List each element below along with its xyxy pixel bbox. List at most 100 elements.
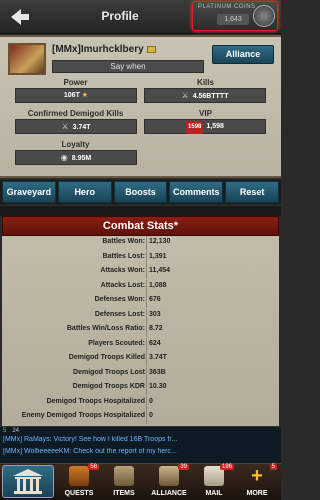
stat-label: Battles Win/Loss Ratio:: [66, 325, 145, 332]
quests-badge: 58: [88, 464, 99, 470]
stat-label: Demigod Troops Hospitalized: [46, 397, 145, 405]
tab-graveyard[interactable]: Graveyard: [2, 181, 56, 203]
divider: [0, 206, 281, 216]
platinum-coins-button[interactable]: PLATINUM COINS 1,643: [192, 1, 278, 31]
kills-value-box: ⚔ 4.56BTTTT: [144, 88, 266, 103]
stat-row: Players Scouted: 624: [2, 337, 279, 352]
stat-value: 10.30: [149, 383, 167, 390]
loyalty-value-box: ◉ 8.95M: [15, 150, 137, 165]
combat-stats-title: Combat Stats*: [2, 216, 279, 236]
power-label: Power: [63, 78, 88, 87]
chat-bar[interactable]: 5 24 [MMx] RaMays: Victory! See how I ki…: [0, 426, 281, 463]
stat-value: 363B: [149, 368, 166, 376]
helmet-icon: [253, 5, 275, 27]
crossed-swords-icon: ⚔: [181, 91, 189, 100]
row-divider: [146, 265, 147, 279]
loyalty-value: 8.95M: [71, 155, 92, 162]
chat-count-a: 5: [3, 428, 7, 434]
power-value-box: 106T ★: [15, 88, 137, 103]
row-divider: [146, 381, 147, 395]
vip-value: 1,598: [206, 123, 224, 130]
profile-panel: [MMx]Imurhcklbery Say when Alliance Powe…: [0, 35, 281, 178]
stat-label: Demigod Troops KDR: [72, 383, 145, 390]
stat-value: 3.74T: [149, 354, 167, 361]
row-divider: [146, 410, 147, 424]
combat-stats-list[interactable]: Battles Won: 12,130 Battles Lost: 1,391 At…: [2, 236, 279, 426]
alliance-badge: 39: [178, 464, 189, 470]
row-divider: [146, 323, 147, 337]
temple-icon: [13, 469, 43, 494]
vip-value-box[interactable]: 1598 1,598: [144, 119, 266, 134]
kills-label: Kills: [197, 78, 214, 87]
row-divider: [146, 366, 147, 381]
tab-comments[interactable]: Comments: [169, 181, 224, 203]
stat-row: Enemy Demigod Troops Hospitalized 0: [2, 410, 279, 424]
row-divider: [146, 279, 147, 294]
stat-value: 1,088: [149, 281, 167, 289]
chat-message[interactable]: [MMx] WolfieeeeeKM: Check out the report…: [3, 448, 279, 455]
items-icon: [114, 466, 134, 486]
tab-hero[interactable]: Hero: [57, 181, 112, 203]
stat-row: Demigod Troops KDR 10.30: [2, 381, 279, 395]
nav-label: QUESTS: [64, 490, 94, 497]
stat-row: Attacks Won: 11,454: [2, 265, 279, 279]
tab-boosts[interactable]: Boosts: [113, 181, 168, 203]
back-button[interactable]: [6, 5, 34, 29]
home-button[interactable]: [2, 465, 54, 498]
nav-label: MAIL: [205, 490, 223, 497]
quests-icon: [69, 466, 89, 486]
motto-field[interactable]: Say when: [52, 60, 204, 73]
stat-row: Demigod Troops Hospitalized 0: [2, 395, 279, 410]
stat-label: Players Scouted:: [88, 339, 145, 347]
stat-row: Demigod Troops Lost 363B: [2, 366, 279, 381]
stat-row: Battles Won: 12,130: [2, 236, 279, 250]
crossed-swords-icon: ⚔: [61, 122, 69, 131]
star-icon: ★: [79, 92, 89, 99]
nav-alliance[interactable]: 39 ALLIANCE: [145, 463, 193, 500]
stat-label: Demigod Troops Killed: [68, 354, 145, 361]
tab-reset[interactable]: Reset: [225, 181, 279, 203]
nav-items[interactable]: ITEMS: [100, 463, 148, 500]
stat-row: Attacks Lost: 1,088: [2, 279, 279, 294]
avatar[interactable]: [8, 43, 46, 75]
stat-label: Battles Won:: [102, 238, 145, 245]
stat-label: Attacks Lost:: [100, 281, 145, 289]
nav-label: ITEMS: [113, 490, 135, 497]
row-divider: [146, 294, 147, 308]
profile-tabs: Graveyard Hero Boosts Comments Reset: [0, 180, 281, 204]
rank-badge-icon: [146, 45, 156, 53]
stat-value: 1,391: [149, 252, 167, 260]
top-bar: Profile PLATINUM COINS 1,643: [0, 0, 281, 34]
back-arrow-icon: [11, 9, 29, 25]
confirmed-kills-box: ⚔ 3.74T: [15, 119, 137, 134]
stat-label: Defenses Lost:: [94, 310, 145, 318]
vip-badge-icon: 1598: [186, 121, 204, 134]
stat-label: Demigod Troops Lost: [73, 368, 145, 376]
alliance-button[interactable]: Alliance: [212, 45, 274, 64]
chat-message[interactable]: [MMx] RaMays: Victory! See how I killed …: [3, 436, 279, 443]
nav-more[interactable]: + 5 MORE: [233, 463, 281, 500]
chat-counts: 5 24: [3, 428, 19, 434]
stat-value: 0: [149, 412, 153, 419]
power-value: 106T: [63, 92, 80, 99]
stat-value: 624: [149, 339, 161, 347]
nav-mail[interactable]: 196 MAIL: [190, 463, 238, 500]
stat-row: Battles Win/Loss Ratio: 8.72: [2, 323, 279, 337]
stat-value: 11,454: [149, 267, 171, 274]
row-divider: [146, 337, 147, 352]
page-title: Profile: [101, 9, 139, 23]
nav-quests[interactable]: 58 QUESTS: [55, 463, 103, 500]
stat-row: Battles Lost: 1,391: [2, 250, 279, 265]
loyalty-label: Loyalty: [61, 140, 90, 149]
stat-value: 303: [149, 310, 161, 318]
stat-row: Defenses Lost: 303: [2, 308, 279, 323]
loyalty-icon: ◉: [60, 153, 68, 162]
chat-count-b: 24: [12, 428, 20, 434]
stat-value: 676: [149, 296, 161, 303]
stat-row: Demigod Troops Killed 3.74T: [2, 352, 279, 366]
confirmed-kills-value: 3.74T: [72, 124, 91, 131]
stat-value: 8.72: [149, 325, 163, 332]
row-divider: [146, 395, 147, 410]
more-badge: 5: [269, 464, 277, 470]
row-divider: [146, 250, 147, 265]
